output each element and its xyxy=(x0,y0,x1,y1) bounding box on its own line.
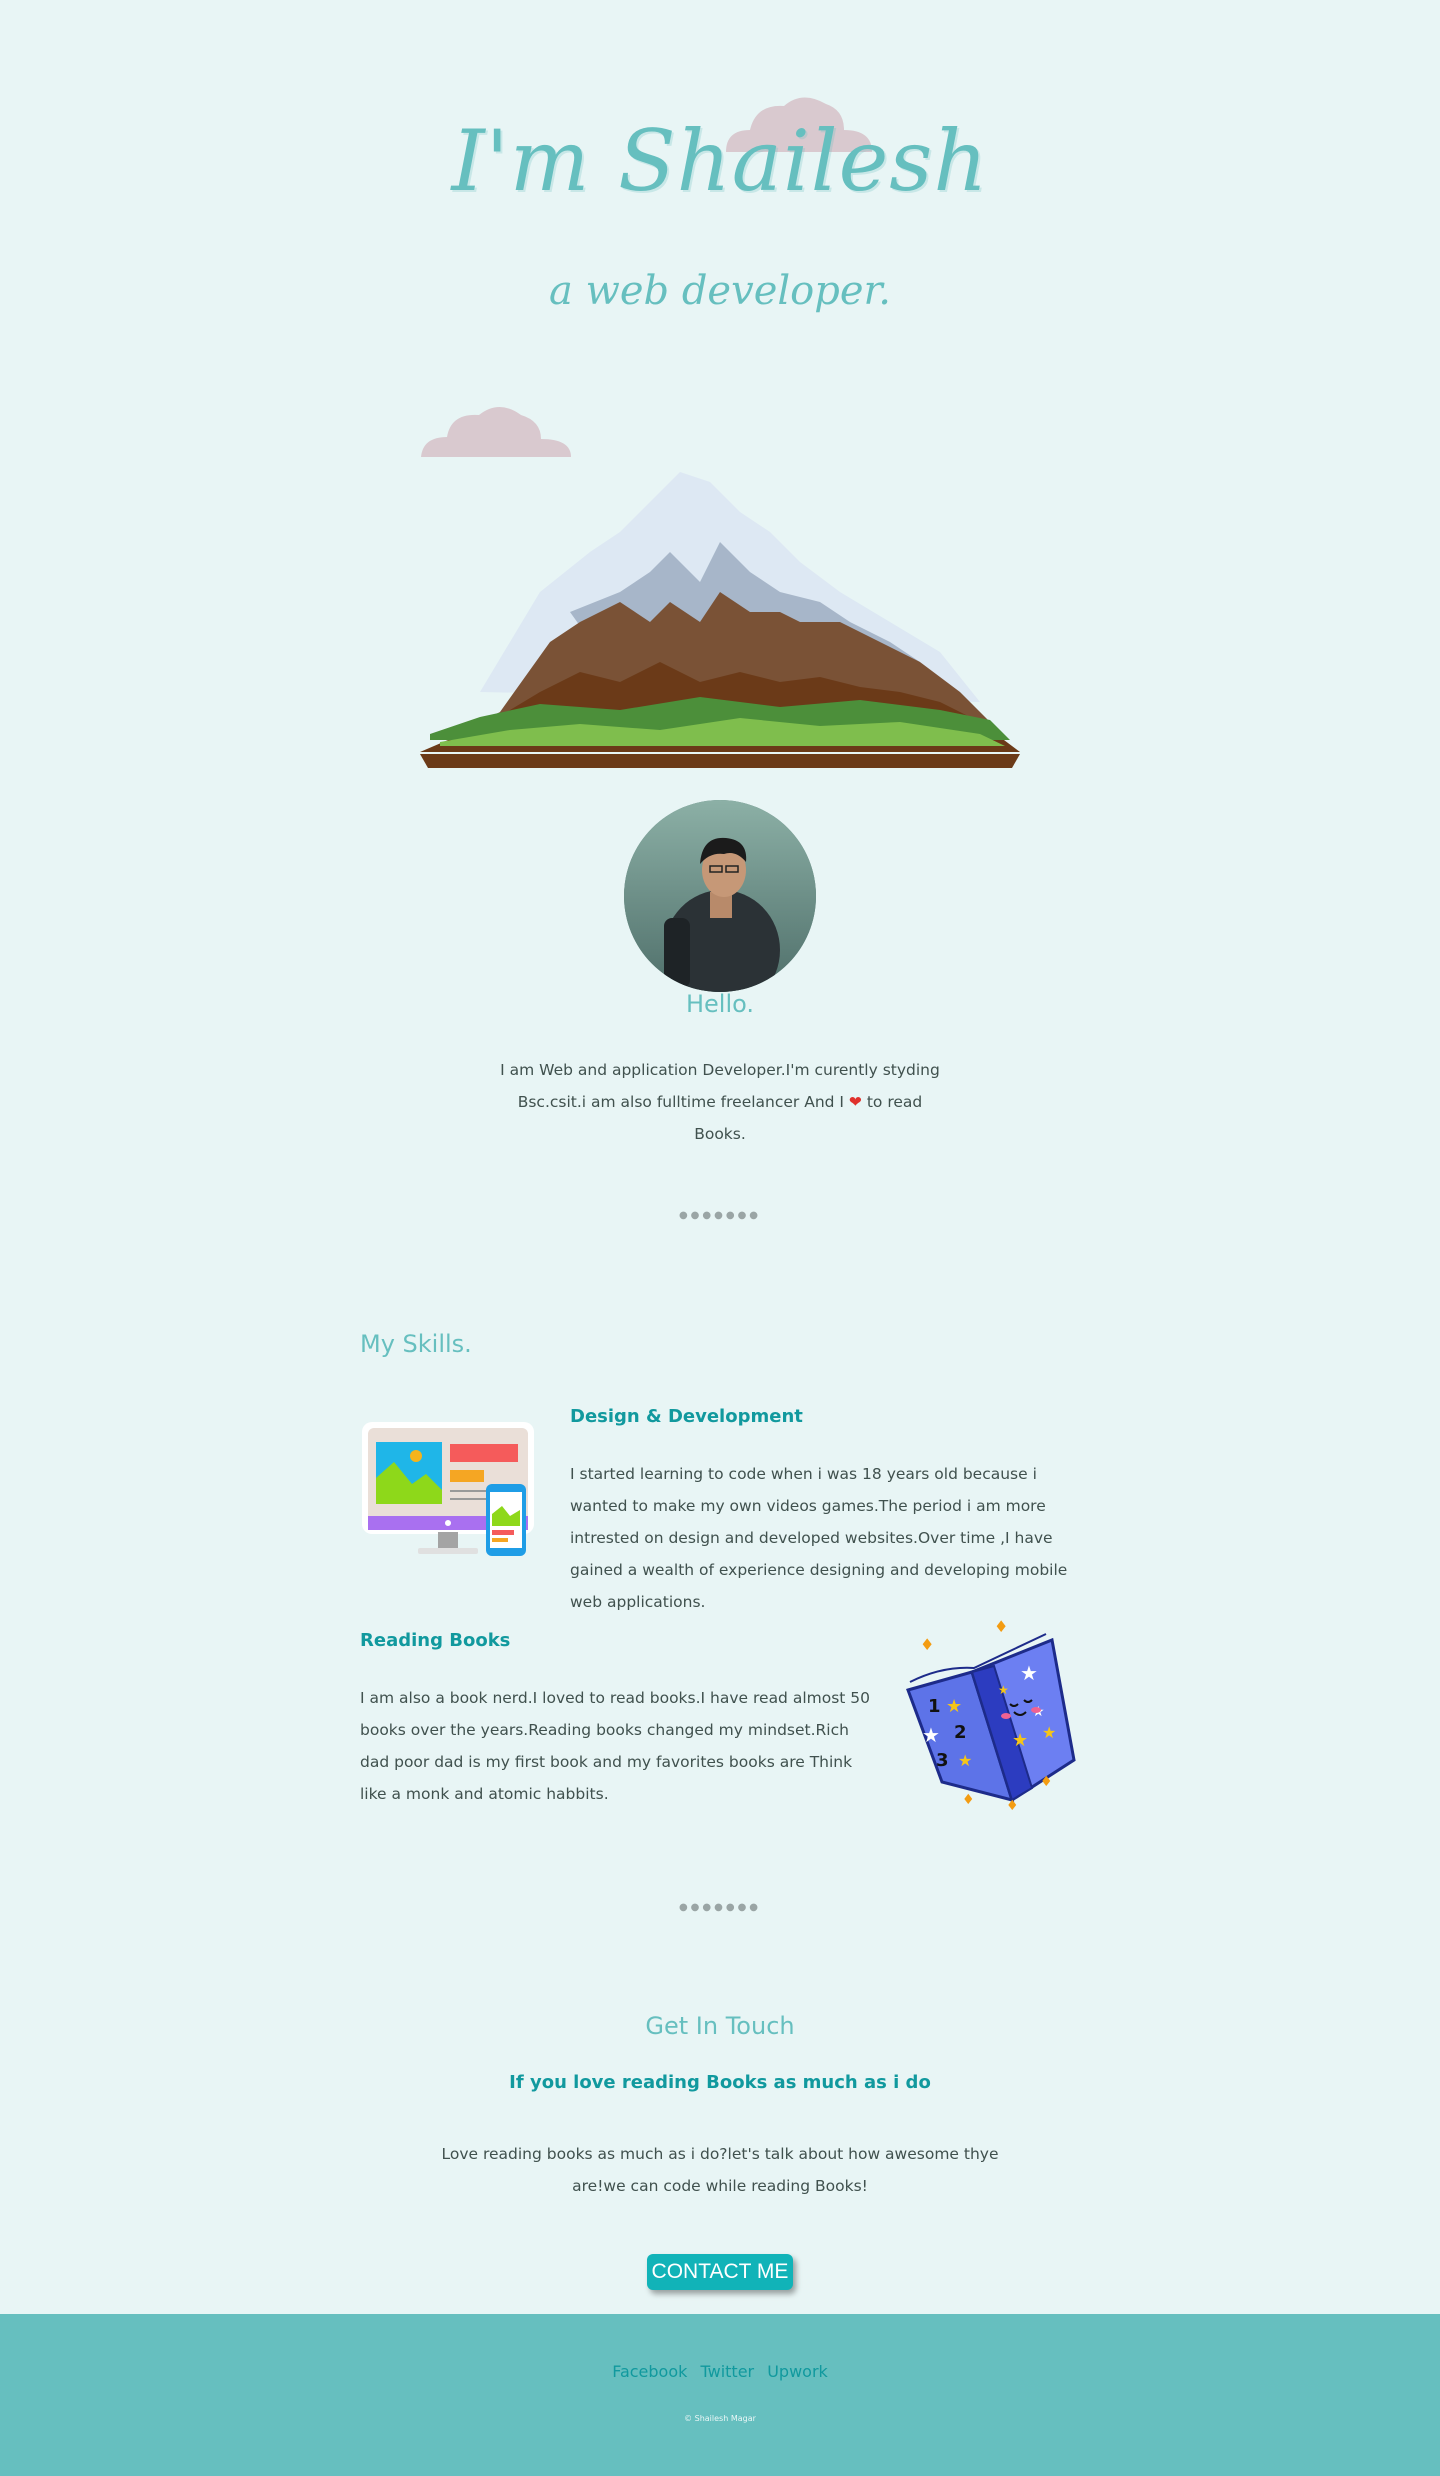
facebook-link[interactable]: Facebook xyxy=(612,2362,687,2381)
section-divider: ●●●●●●● xyxy=(678,1902,762,1913)
mountain-illustration xyxy=(420,472,1020,768)
hero-title: I'm Shailesh xyxy=(451,112,989,210)
svg-text:3: 3 xyxy=(936,1750,949,1771)
contact-subheading: If you love reading Books as much as i d… xyxy=(509,2072,931,2093)
reading-books-heading: Reading Books xyxy=(360,1630,511,1651)
intro-line-2-start: Bsc.csit.i am also fulltime freelancer A… xyxy=(517,1093,844,1111)
svg-text:★: ★ xyxy=(958,1751,972,1770)
design-development-heading: Design & Development xyxy=(570,1406,803,1427)
intro-line-1: I am Web and application Developer.I'm c… xyxy=(500,1061,940,1079)
svg-text:♦: ♦ xyxy=(1040,1774,1053,1790)
intro-line-2: Bsc.csit.i am also fulltime freelancer A… xyxy=(490,1086,950,1150)
svg-text:♦: ♦ xyxy=(1006,1798,1019,1810)
hero-subtitle: a web developer. xyxy=(549,268,891,314)
copyright-text: © Shailesh Magar xyxy=(684,2414,756,2423)
greeting-heading: Hello. xyxy=(685,990,755,1018)
footer: Facebook Twitter Upwork © Shailesh Magar xyxy=(0,2314,1440,2476)
svg-text:★: ★ xyxy=(946,1696,962,1717)
section-divider: ●●●●●●● xyxy=(678,1210,762,1221)
design-development-text: I started learning to code when i was 18… xyxy=(570,1465,1068,1611)
reading-books-text: I am also a book nerd.I loved to read bo… xyxy=(360,1689,871,1803)
profile-photo xyxy=(624,800,816,992)
intro-text: I am Web and application Developer.I'm c… xyxy=(490,1054,950,1150)
svg-text:★: ★ xyxy=(922,1723,940,1747)
contact-heading: Get In Touch xyxy=(645,2012,795,2040)
footer-links: Facebook Twitter Upwork xyxy=(0,2362,1440,2381)
svg-text:♦: ♦ xyxy=(920,1635,934,1654)
twitter-link[interactable]: Twitter xyxy=(700,2362,754,2381)
svg-text:2: 2 xyxy=(954,1722,967,1743)
svg-text:★: ★ xyxy=(1012,1730,1028,1751)
svg-text:1: 1 xyxy=(928,1696,941,1717)
contact-text: Love reading books as much as i do?let's… xyxy=(441,2145,999,2195)
svg-text:♦: ♦ xyxy=(994,1620,1008,1636)
computer-monitor-icon xyxy=(362,1422,534,1556)
svg-text:★: ★ xyxy=(1020,1661,1038,1685)
contact-me-button[interactable]: CONTACT ME xyxy=(647,2254,793,2290)
svg-text:★: ★ xyxy=(1042,1723,1056,1742)
svg-text:★: ★ xyxy=(998,1683,1009,1697)
upwork-link[interactable]: Upwork xyxy=(767,2362,828,2381)
heart-icon: ❤ xyxy=(848,1093,862,1111)
svg-text:♦: ♦ xyxy=(962,1792,975,1808)
skills-heading: My Skills. xyxy=(360,1330,472,1358)
cloud-left-image xyxy=(421,407,571,457)
open-book-icon: 1 2 3 ★ ★ ★ ★ ★ ★ ★ ★ ♦ ♦ ♦ ♦ ♦ xyxy=(906,1620,1076,1810)
